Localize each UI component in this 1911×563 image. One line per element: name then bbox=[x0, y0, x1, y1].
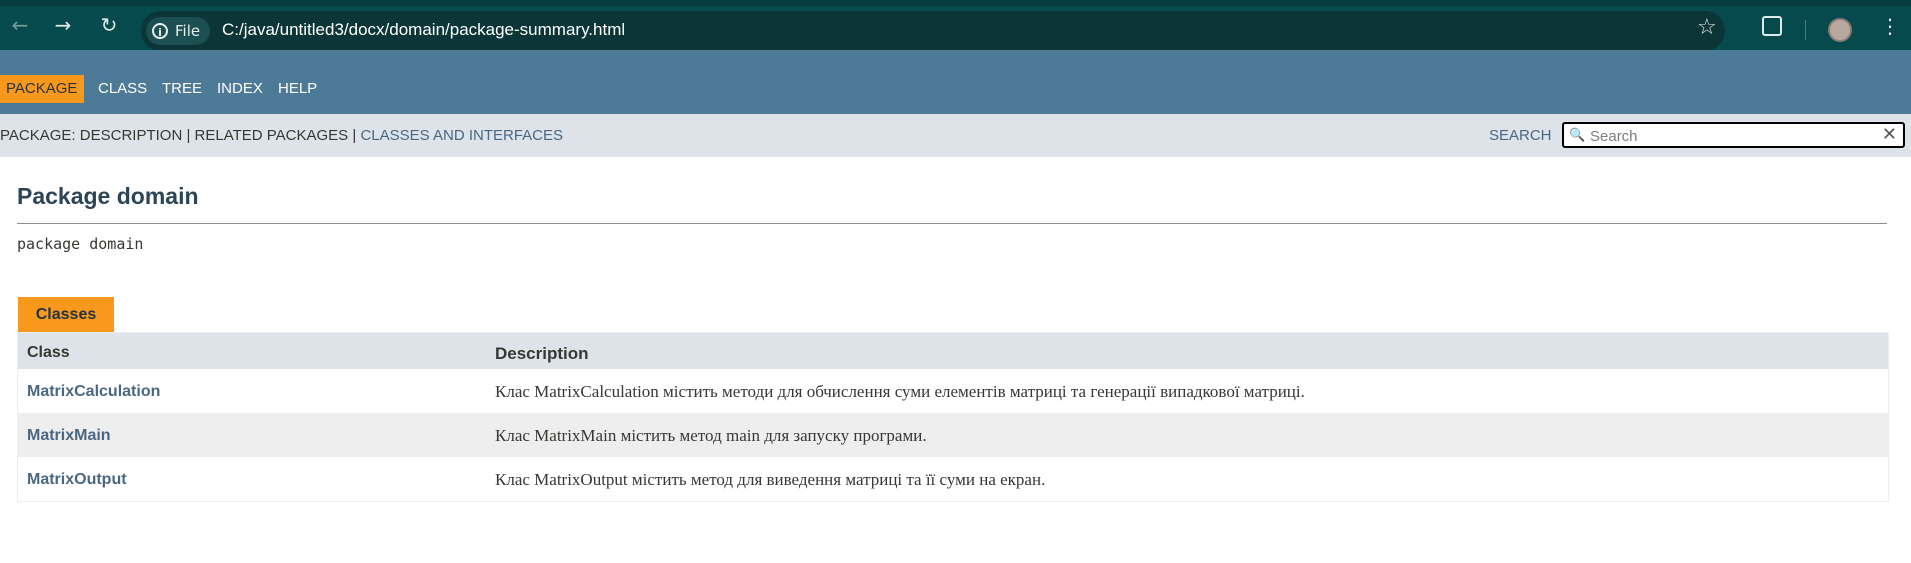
table-row: MatrixCalculation Клас MatrixCalculation… bbox=[18, 369, 1888, 413]
class-link-matrixmain[interactable]: MatrixMain bbox=[27, 427, 111, 444]
forward-arrow-icon[interactable]: → bbox=[51, 13, 75, 37]
classes-and-interfaces-link[interactable]: CLASSES AND INTERFACES bbox=[360, 127, 563, 144]
tab-classes[interactable]: Classes bbox=[18, 297, 114, 332]
classes-table: Class Description MatrixCalculation Клас… bbox=[17, 332, 1889, 502]
separator: | bbox=[186, 127, 191, 144]
toolbar-divider bbox=[1805, 20, 1806, 40]
search-field[interactable]: 🔍 ✕ bbox=[1562, 122, 1905, 148]
clear-search-icon[interactable]: ✕ bbox=[1882, 124, 1897, 145]
nav-package[interactable]: PACKAGE bbox=[0, 75, 85, 103]
class-description: Клас MatrixMain містить метод main для з… bbox=[495, 426, 927, 445]
class-description: Клас MatrixCalculation містить методи дл… bbox=[495, 382, 1305, 401]
site-info-chip[interactable]: i File bbox=[146, 17, 211, 45]
tab-strip-edge bbox=[0, 0, 1911, 6]
top-navigation: PACKAGE CLASS TREE INDEX HELP bbox=[0, 50, 1911, 114]
browser-toolbar: ← → ↻ i File C:/java/untitled3/docx/doma… bbox=[0, 0, 1911, 51]
url-text[interactable]: C:/java/untitled3/docx/domain/package-su… bbox=[222, 20, 625, 40]
class-description: Клас MatrixOutput містить метод для виве… bbox=[495, 470, 1046, 489]
kebab-menu-icon[interactable]: ⋮ bbox=[1880, 16, 1900, 36]
description-link[interactable]: DESCRIPTION bbox=[80, 127, 183, 144]
star-icon[interactable]: ☆ bbox=[1697, 15, 1717, 40]
class-link-matrixcalculation[interactable]: MatrixCalculation bbox=[27, 383, 160, 400]
package-label: PACKAGE: bbox=[0, 127, 76, 144]
sub-navigation: PACKAGE: DESCRIPTION | RELATED PACKAGES … bbox=[0, 114, 1911, 157]
separator: | bbox=[352, 127, 357, 144]
page-title: Package domain bbox=[17, 183, 199, 209]
title-divider bbox=[17, 223, 1887, 224]
column-header-class: Class bbox=[27, 344, 70, 361]
site-info-label: File bbox=[175, 22, 201, 40]
avatar[interactable] bbox=[1828, 18, 1852, 42]
search-label: SEARCH bbox=[1489, 127, 1552, 144]
reload-icon[interactable]: ↻ bbox=[97, 13, 121, 37]
nav-help[interactable]: HELP bbox=[278, 80, 317, 97]
table-header: Class Description bbox=[18, 333, 1888, 369]
related-packages-label: RELATED PACKAGES bbox=[194, 127, 349, 144]
nav-index[interactable]: INDEX bbox=[217, 80, 263, 97]
search-icon: 🔍 bbox=[1569, 128, 1586, 143]
package-declaration: package domain bbox=[17, 235, 144, 253]
class-link-matrixoutput[interactable]: MatrixOutput bbox=[27, 471, 127, 488]
nav-class[interactable]: CLASS bbox=[98, 80, 147, 97]
info-icon: i bbox=[152, 23, 168, 39]
extensions-icon[interactable] bbox=[1762, 16, 1782, 36]
back-arrow-icon[interactable]: ← bbox=[8, 13, 32, 37]
nav-tree[interactable]: TREE bbox=[162, 80, 202, 97]
column-header-description: Description bbox=[495, 344, 589, 363]
package-breadcrumb: PACKAGE: DESCRIPTION | RELATED PACKAGES … bbox=[0, 127, 563, 144]
search-input[interactable] bbox=[1588, 125, 1872, 147]
table-row: MatrixOutput Клас MatrixOutput містить м… bbox=[18, 457, 1888, 501]
table-row: MatrixMain Клас MatrixMain містить метод… bbox=[18, 413, 1888, 457]
